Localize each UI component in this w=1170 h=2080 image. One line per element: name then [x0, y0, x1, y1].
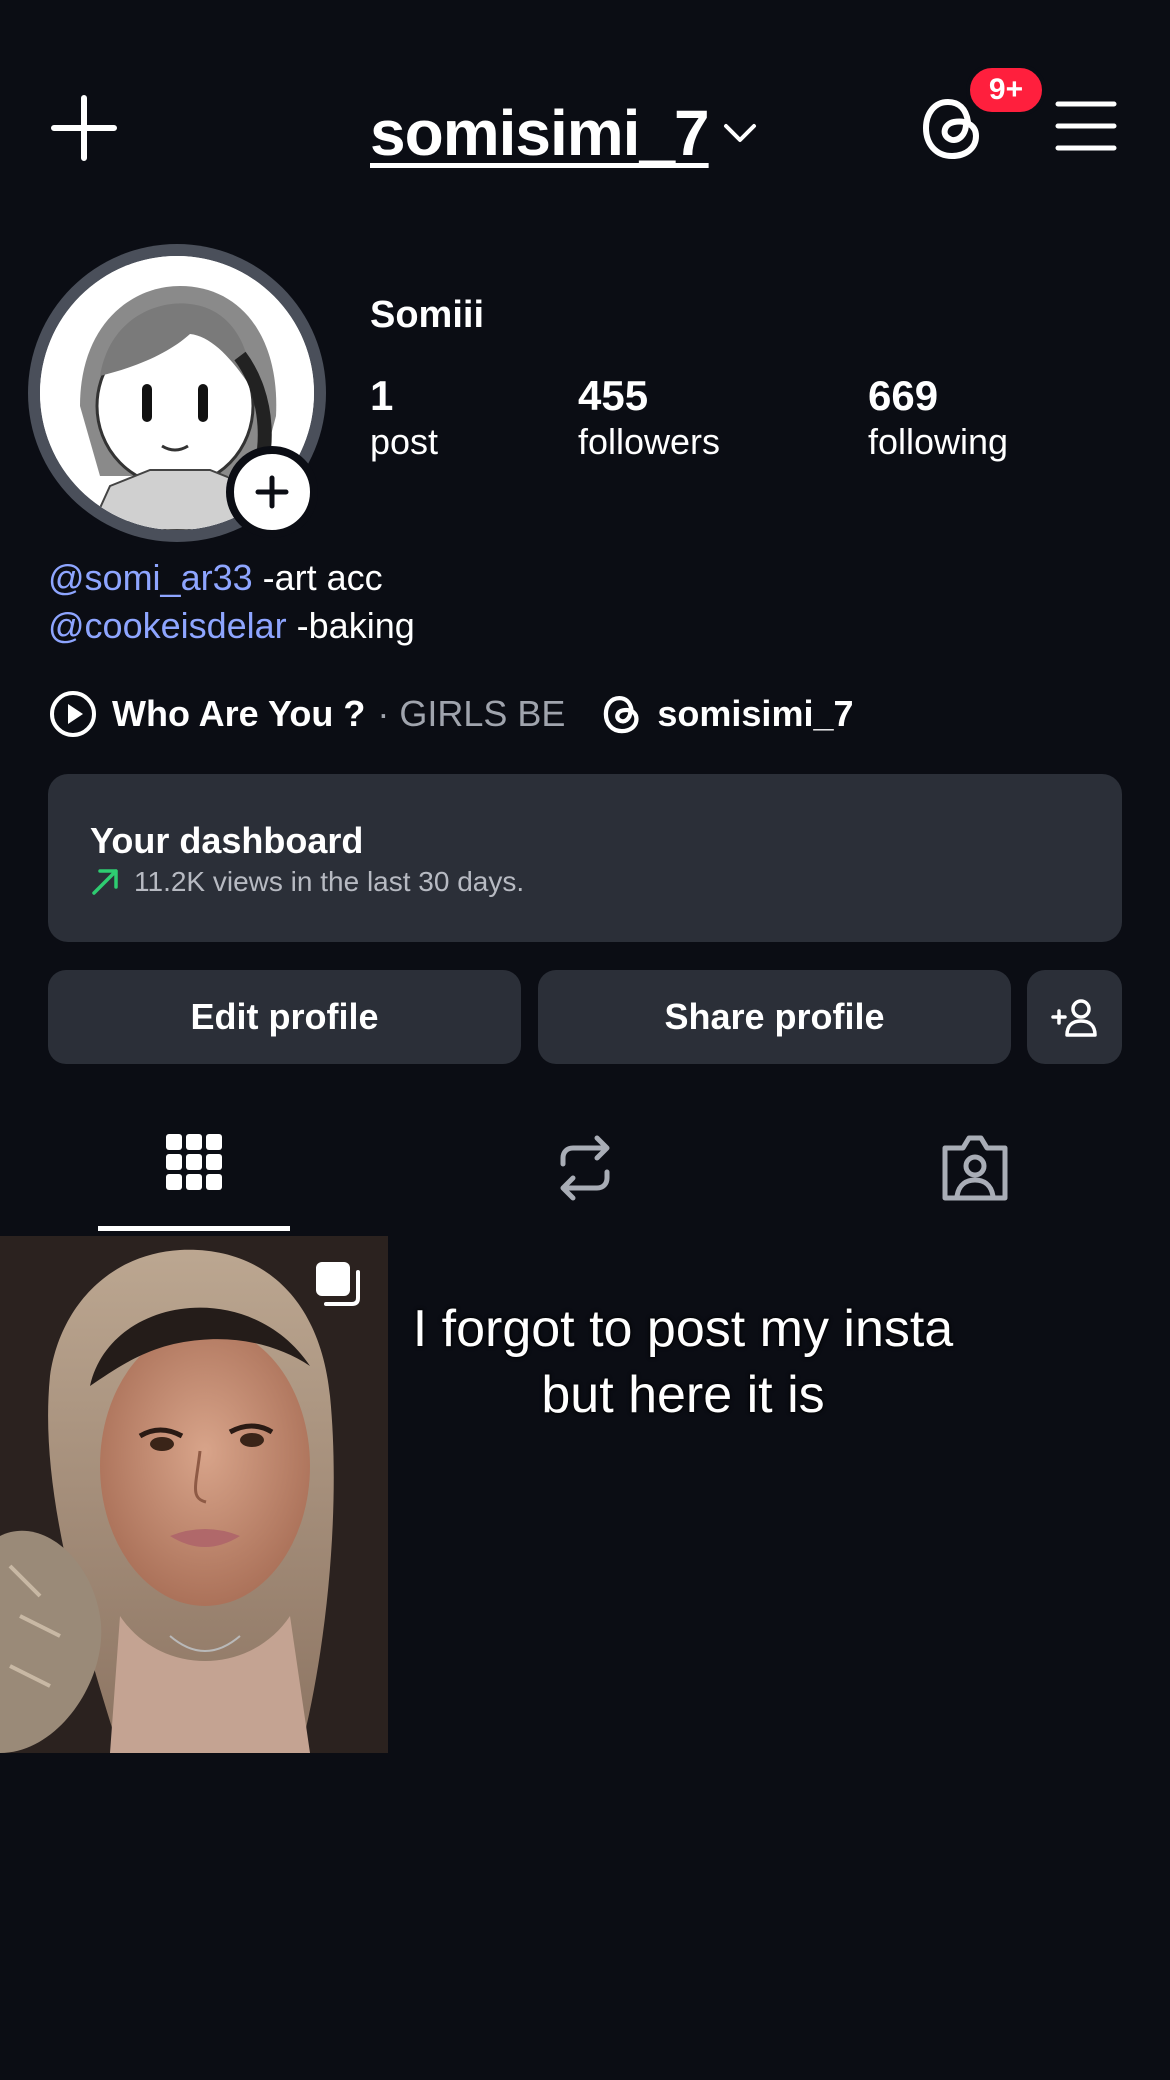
repost-icon[interactable]	[549, 1128, 621, 1208]
dashboard-title: Your dashboard	[90, 820, 364, 861]
stat-label: post	[370, 421, 439, 462]
threads-handle: somisimi_7	[657, 693, 854, 734]
plus-icon[interactable]	[48, 92, 120, 164]
bio-mention-link[interactable]: @somi_ar33	[48, 557, 253, 598]
chevron-down-icon	[723, 122, 757, 144]
music-artist: · GIRLS BE	[377, 693, 566, 734]
discover-people-button[interactable]	[1027, 970, 1122, 1064]
display-name: Somiii	[370, 294, 485, 336]
play-icon[interactable]	[48, 689, 98, 739]
followers-count[interactable]: 455 followers	[578, 372, 720, 464]
add-story-icon[interactable]	[226, 446, 318, 538]
multiple-photos-icon	[312, 1258, 364, 1310]
threads-profile-link[interactable]: somisimi_7	[601, 692, 854, 736]
bio-line: @somi_ar33 -art acc	[48, 554, 383, 602]
account-switcher[interactable]: somisimi_7	[370, 88, 757, 178]
trend-up-arrow-icon	[90, 867, 120, 897]
overlay-caption: I forgot to post my insta but here it is	[412, 1300, 954, 1424]
dashboard-subtitle: 11.2K views in the last 30 days.	[134, 866, 525, 897]
bio-text: -art acc	[252, 557, 383, 598]
post-thumbnail[interactable]	[0, 1236, 388, 1753]
bio-mention-link[interactable]: @cookeisdelar	[48, 605, 287, 646]
bio-text: -baking	[286, 605, 415, 646]
dashboard-card[interactable]: Your dashboard 11.2K views in the last 3…	[48, 774, 1122, 942]
stat-label: followers	[578, 421, 721, 462]
stat-value: 669	[868, 372, 939, 419]
grid-icon[interactable]	[158, 1128, 230, 1208]
stat-value: 1	[370, 372, 394, 419]
music-title[interactable]: Who Are You ?	[112, 693, 365, 735]
active-tab-indicator	[98, 1226, 290, 1231]
edit-profile-button[interactable]: Edit profile	[48, 970, 521, 1064]
posts-count[interactable]: 1 post	[370, 372, 438, 464]
stat-label: following	[868, 421, 1009, 462]
bio-line: @cookeisdelar -baking	[48, 602, 415, 650]
share-profile-button[interactable]: Share profile	[538, 970, 1011, 1064]
stat-value: 455	[578, 372, 649, 419]
profile-music-row: Who Are You ? · GIRLS BE somisimi_7	[48, 688, 854, 740]
following-count[interactable]: 669 following	[868, 372, 1008, 464]
notification-badge: 9+	[966, 64, 1046, 116]
threads-icon	[601, 692, 645, 736]
hamburger-menu-icon[interactable]	[1054, 98, 1118, 154]
tagged-person-icon[interactable]	[939, 1128, 1011, 1208]
dashboard-subtitle-row: 11.2K views in the last 30 days.	[90, 866, 524, 898]
add-person-icon	[1050, 997, 1099, 1037]
username: somisimi_7	[370, 97, 710, 169]
